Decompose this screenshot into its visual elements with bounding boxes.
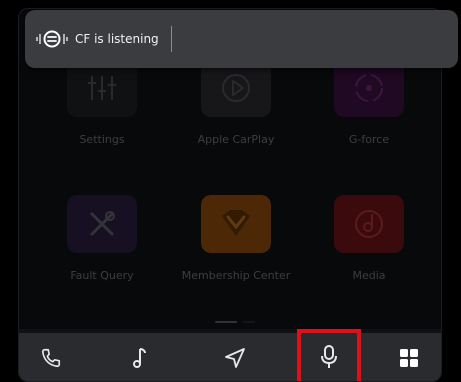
bottom-dock bbox=[19, 329, 441, 381]
music-button[interactable] bbox=[109, 333, 169, 381]
app-media[interactable]: Media bbox=[309, 195, 429, 282]
navigation-button[interactable] bbox=[205, 333, 265, 381]
music-note-icon bbox=[133, 348, 146, 368]
listening-status-text: CF is listening bbox=[75, 32, 159, 46]
diamond-icon bbox=[201, 195, 271, 253]
app-label: Media bbox=[352, 269, 386, 282]
music-disc-icon bbox=[334, 195, 404, 253]
app-membership-center[interactable]: Membership Center bbox=[176, 195, 296, 282]
app-label: Apple CarPlay bbox=[197, 133, 275, 146]
carplay-screen: Settings Apple CarPlay G-force Fault Que… bbox=[0, 0, 461, 382]
voice-button[interactable] bbox=[297, 329, 361, 381]
navigation-arrow-icon bbox=[225, 348, 245, 368]
app-apple-carplay[interactable]: Apple CarPlay bbox=[176, 59, 296, 146]
app-label: Fault Query bbox=[70, 269, 134, 282]
app-fault-query[interactable]: Fault Query bbox=[42, 195, 162, 282]
app-label: G-force bbox=[348, 133, 390, 146]
tools-icon bbox=[67, 195, 137, 253]
page-dot bbox=[243, 321, 255, 323]
phone-button[interactable] bbox=[21, 333, 81, 381]
apps-grid-button[interactable] bbox=[379, 333, 439, 381]
app-settings[interactable]: Settings bbox=[42, 59, 162, 146]
voice-listening-banner: CF is listening bbox=[25, 10, 458, 68]
grid-icon bbox=[400, 349, 418, 367]
voice-assistant-icon bbox=[35, 29, 69, 49]
page-indicator bbox=[215, 321, 261, 324]
text-cursor bbox=[170, 26, 172, 52]
microphone-icon bbox=[321, 345, 337, 368]
phone-icon bbox=[41, 348, 61, 368]
app-label: Settings bbox=[79, 133, 125, 146]
app-label: Membership Center bbox=[181, 269, 291, 282]
page-dot-active bbox=[215, 321, 237, 323]
app-g-force[interactable]: G-force bbox=[309, 59, 429, 146]
